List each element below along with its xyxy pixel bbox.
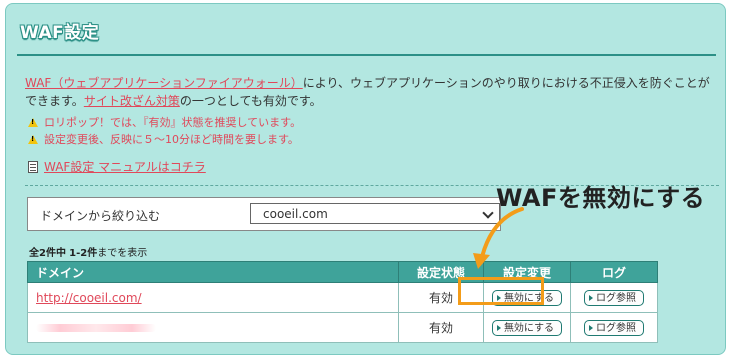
change-cell: 無効にする — [483, 312, 571, 343]
warning-icon — [28, 117, 38, 127]
domain-link[interactable]: http://cooeil.com/ — [36, 291, 142, 305]
domain-select-value: cooeil.com — [263, 207, 328, 221]
annotation-highlight-box — [458, 277, 544, 305]
warning-icon — [28, 134, 38, 144]
domain-cell — [27, 312, 399, 343]
table-row: 有効 無効にする ログ参照 — [27, 312, 658, 343]
warning-2: 設定変更後、反映に５～10分ほど時間を要します。 — [28, 131, 299, 147]
site-tampering-link[interactable]: サイト改ざん対策 — [84, 94, 180, 108]
table-header-row: ドメイン 設定状態 設定変更 ログ — [27, 261, 658, 283]
title-divider — [17, 54, 716, 56]
warning-1: ロリポップ！では、『有効』状態を推奨しています。 — [28, 114, 301, 130]
header-log: ログ — [570, 261, 658, 283]
count-range: 1-2件 — [69, 248, 98, 259]
view-log-button-label: ログ参照 — [596, 292, 636, 304]
annotation-arrow — [473, 207, 524, 269]
page-title: WAF設定 — [20, 23, 100, 43]
count-suffix: までを表示 — [97, 248, 148, 259]
manual-link[interactable]: WAF設定 マニュアルはコチラ — [44, 158, 206, 175]
disable-button-label: 無効にする — [503, 322, 555, 334]
domain-filter-box: ドメインから絞り込む cooeil.com — [27, 197, 501, 231]
domain-select[interactable]: cooeil.com — [250, 203, 500, 224]
view-log-button[interactable]: ログ参照 — [584, 289, 644, 306]
waf-info-link[interactable]: WAF（ウェブアプリケーションファイアウォール） — [25, 76, 303, 90]
play-icon — [496, 324, 501, 331]
status-cell: 有効 — [398, 312, 484, 343]
count-total: 全2件中 — [29, 248, 66, 259]
manual-link-row[interactable]: WAF設定 マニュアルはコチラ — [28, 158, 206, 175]
disable-button[interactable]: 無効にする — [491, 319, 563, 336]
domain-table: ドメイン 設定状態 設定変更 ログ http://cooeil.com/ 有効 … — [27, 261, 658, 343]
warning-text-2: 設定変更後、反映に５～10分ほど時間を要します。 — [44, 133, 299, 146]
warning-text-1: ロリポップ！では、『有効』状態を推奨しています。 — [44, 116, 302, 129]
view-log-button[interactable]: ログ参照 — [584, 319, 644, 336]
redacted-domain — [36, 323, 156, 332]
intro-text: WAF（ウェブアプリケーションファイアウォール）により、ウェブアプリケーションの… — [25, 74, 715, 110]
table-row: http://cooeil.com/ 有効 無効にする ログ参照 — [27, 282, 658, 313]
header-domain: ドメイン — [27, 261, 399, 283]
intro-text-2: の一つとしても有効です。 — [179, 94, 322, 108]
result-count: 全2件中 1-2件までを表示 — [29, 244, 147, 259]
log-cell: ログ参照 — [570, 282, 658, 313]
domain-cell: http://cooeil.com/ — [27, 282, 399, 313]
play-icon — [589, 294, 593, 301]
play-icon — [589, 324, 593, 331]
document-icon — [28, 160, 38, 173]
view-log-button-label: ログ参照 — [596, 322, 636, 334]
filter-label: ドメインから絞り込む — [40, 209, 161, 223]
log-cell: ログ参照 — [570, 312, 658, 343]
